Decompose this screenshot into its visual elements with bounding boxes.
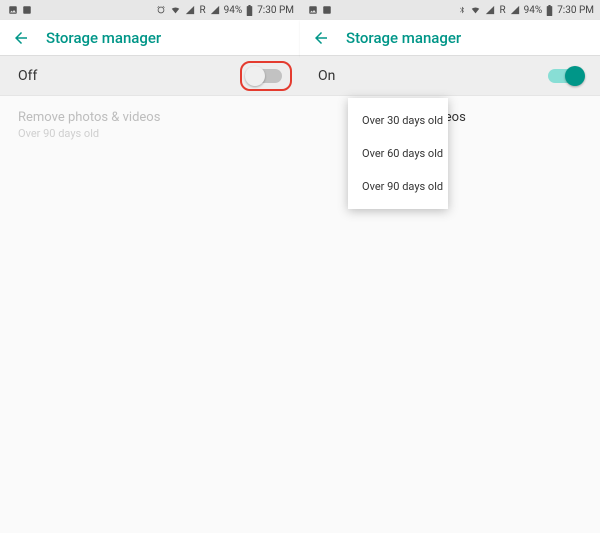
dropdown-option-30[interactable]: Over 30 days old — [348, 104, 448, 137]
wifi-icon — [170, 5, 181, 15]
picture-icon — [308, 5, 318, 15]
battery-percent: 94% — [524, 5, 543, 16]
back-arrow-icon[interactable] — [12, 29, 30, 47]
pref-subtitle: Over 90 days old — [18, 127, 282, 140]
dropdown-option-90[interactable]: Over 90 days old — [348, 170, 448, 203]
settings-content: Remove photos & videos Over 90 days old — [0, 96, 300, 154]
switch-thumb — [565, 66, 585, 86]
clock-time: 7:30 PM — [557, 5, 594, 16]
page-title: Storage manager — [346, 29, 461, 47]
bluetooth-icon — [458, 5, 466, 15]
page-title: Storage manager — [46, 29, 161, 47]
age-dropdown-menu: Over 30 days old Over 60 days old Over 9… — [348, 98, 448, 209]
wifi-icon — [470, 5, 481, 15]
dual-screenshot-container: R 94% 7:30 PM Storage manager Off — [0, 0, 600, 533]
toggle-state-label: On — [318, 68, 335, 84]
phone-left: R 94% 7:30 PM Storage manager Off — [0, 0, 300, 533]
master-switch[interactable] — [548, 69, 582, 83]
signal-icon — [210, 5, 220, 15]
toggle-state-label: Off — [18, 68, 37, 84]
roaming-label: R — [499, 5, 505, 16]
alarm-icon — [156, 5, 166, 15]
pref-title: Remove photos & videos — [18, 110, 282, 125]
signal-icon — [510, 5, 520, 15]
app-bar: Storage manager — [0, 20, 300, 56]
pref-title-partial: videos — [428, 110, 582, 125]
roaming-label: R — [199, 5, 205, 16]
settings-content: videos — [300, 96, 600, 139]
status-bar: R 94% 7:30 PM — [0, 0, 300, 20]
clock-time: 7:30 PM — [257, 5, 294, 16]
master-switch[interactable] — [248, 69, 282, 83]
picture-icon — [322, 5, 332, 15]
status-bar: R 94% 7:30 PM — [300, 0, 600, 20]
signal-icon — [485, 5, 495, 15]
picture-icon — [22, 5, 32, 15]
signal-icon — [185, 5, 195, 15]
master-toggle-row[interactable]: Off — [0, 56, 300, 96]
phone-right: R 94% 7:30 PM Storage manager On vid — [300, 0, 600, 533]
battery-icon — [246, 5, 253, 16]
remove-media-pref: Remove photos & videos Over 90 days old — [18, 110, 282, 140]
battery-icon — [546, 5, 553, 16]
dropdown-option-60[interactable]: Over 60 days old — [348, 137, 448, 170]
master-toggle-row[interactable]: On — [300, 56, 600, 96]
battery-percent: 94% — [224, 5, 243, 16]
back-arrow-icon[interactable] — [312, 29, 330, 47]
switch-thumb — [245, 66, 265, 86]
app-bar: Storage manager — [300, 20, 600, 56]
picture-icon — [8, 5, 18, 15]
